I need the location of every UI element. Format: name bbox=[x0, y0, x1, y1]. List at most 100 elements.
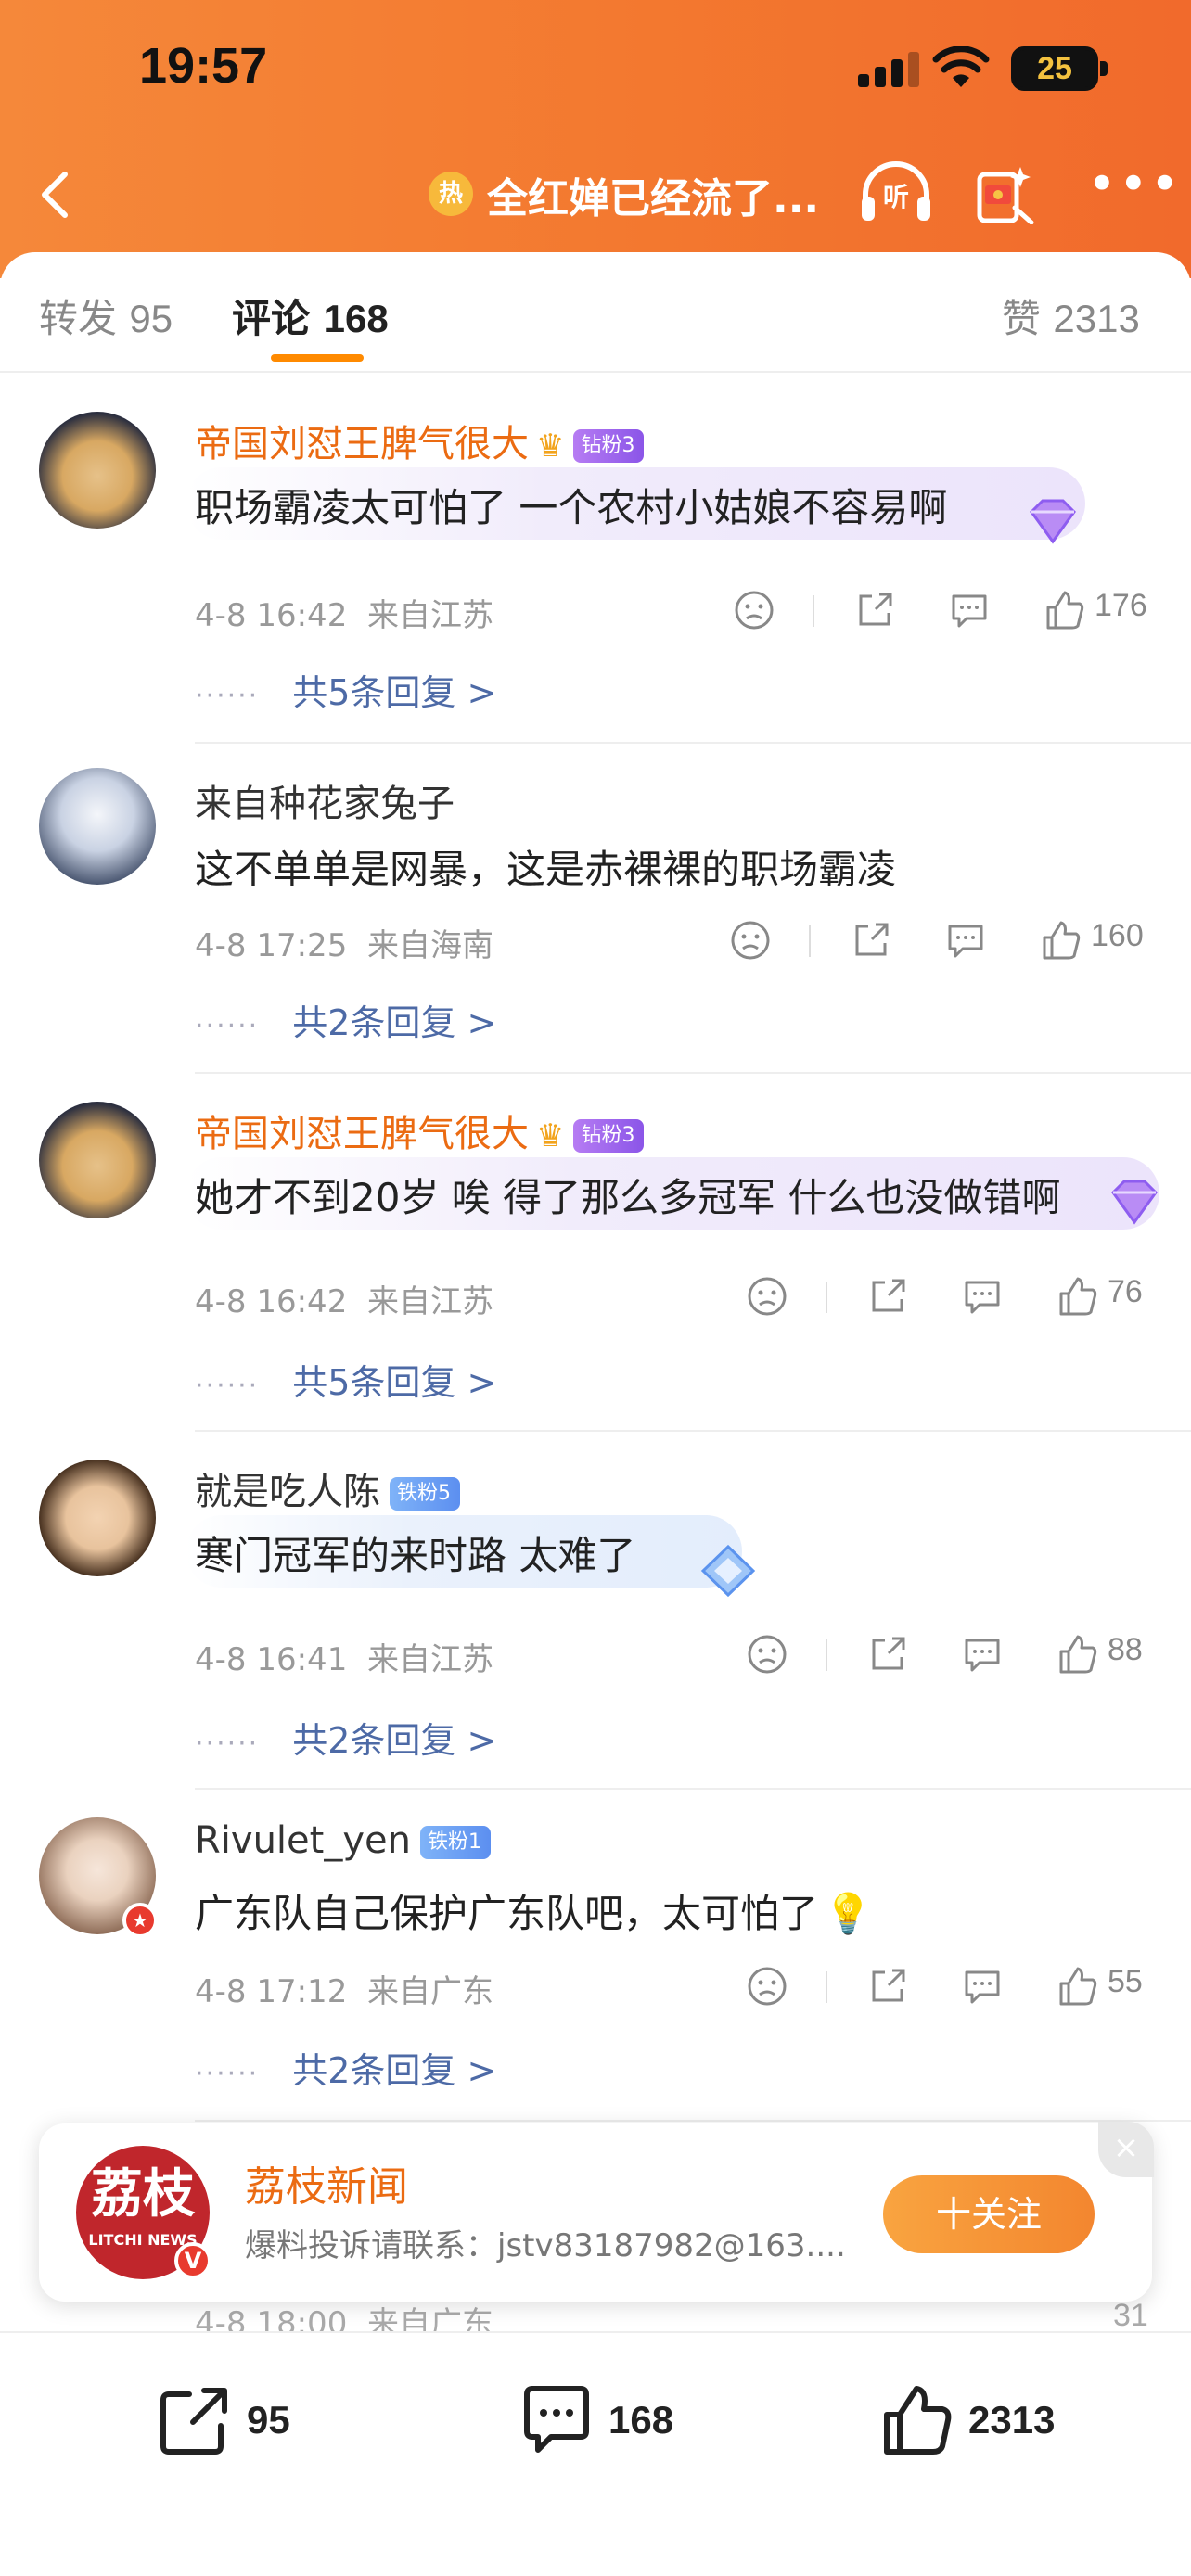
replies-dots: ······ bbox=[195, 2058, 260, 2090]
account-name[interactable]: 荔枝新闻 bbox=[245, 2153, 408, 2213]
like-thumb-icon[interactable] bbox=[1056, 1958, 1098, 2014]
repost-count: 95 bbox=[247, 2398, 290, 2442]
replies-dots: ······ bbox=[195, 680, 260, 712]
like-count: 31 bbox=[1113, 2298, 1148, 2333]
comment-username[interactable]: 帝国刘怼王脾气很大 ♛ 钻粉3 bbox=[195, 1103, 645, 1157]
comment-meta: 4-8 16:42 来自江苏 bbox=[195, 590, 493, 635]
tab-bar: 转发 95 评论 168 赞 2313 bbox=[0, 252, 1191, 373]
share-icon[interactable] bbox=[866, 1269, 909, 1324]
comment-time: 4-8 17:25 bbox=[195, 927, 348, 964]
comment-meta: 4-8 17:25 来自海南 bbox=[195, 920, 493, 965]
like-thumb-icon[interactable] bbox=[1056, 1626, 1098, 1682]
like-count: 176 bbox=[1095, 588, 1147, 623]
tab-reposts-count: 95 bbox=[129, 297, 173, 340]
blue-diamond-icon bbox=[700, 1544, 756, 1598]
share-icon[interactable] bbox=[866, 1958, 909, 2014]
diamond-gem-icon bbox=[1030, 499, 1076, 544]
promo-banner[interactable]: 荔枝 LITCHI NEWS V 荔枝新闻 爆料投诉请联系：jstv831879… bbox=[39, 2122, 1154, 2302]
like-count: 76 bbox=[1108, 1274, 1143, 1309]
nav-title[interactable]: 全红婵已经流了... bbox=[487, 165, 819, 224]
comment-time: 4-8 16:42 bbox=[195, 597, 348, 634]
replies-dots: ······ bbox=[195, 1370, 260, 1402]
comment-divider bbox=[195, 1430, 1191, 1432]
member-badge-icon: ★ bbox=[122, 1903, 158, 1938]
like-thumb-icon[interactable] bbox=[1039, 912, 1082, 968]
listen-headphones-icon[interactable]: 听 bbox=[858, 159, 934, 224]
cellular-signal-icon bbox=[858, 50, 919, 87]
reply-bubble-icon[interactable] bbox=[961, 1958, 1004, 2014]
tab-likes-label: 赞 bbox=[1002, 296, 1042, 341]
repost-icon bbox=[160, 2388, 227, 2455]
view-replies-link[interactable]: ······ 共2条回复 > bbox=[195, 994, 496, 1045]
comment-location: 来自江苏 bbox=[366, 1283, 493, 1320]
tab-reposts[interactable]: 转发 95 bbox=[39, 287, 173, 344]
dislike-face-icon[interactable] bbox=[733, 582, 775, 638]
comment-actions: 160 bbox=[720, 912, 1156, 968]
comment-time: 4-8 16:41 bbox=[195, 1641, 348, 1678]
view-replies-link[interactable]: ······ 共5条回复 > bbox=[195, 664, 496, 715]
account-description: 爆料投诉请联系：jstv83187982@163.... bbox=[245, 2227, 846, 2264]
comment-username-text: 来自种花家兔子 bbox=[195, 783, 455, 825]
avatar[interactable] bbox=[39, 768, 156, 885]
like-total: 2313 bbox=[968, 2398, 1056, 2442]
comment-location: 来自海南 bbox=[366, 927, 493, 964]
comment-location: 来自广东 bbox=[366, 1973, 493, 2010]
like-thumb-icon[interactable] bbox=[1056, 1269, 1098, 1324]
comment-location: 来自江苏 bbox=[366, 1641, 493, 1678]
dislike-face-icon[interactable] bbox=[746, 1269, 788, 1324]
avatar[interactable] bbox=[39, 412, 156, 529]
comment-username[interactable]: Rivulet_yen 铁粉1 bbox=[195, 1819, 491, 1862]
tab-reposts-label: 转发 bbox=[39, 296, 118, 341]
like-thumb-icon[interactable] bbox=[1043, 582, 1085, 638]
avatar[interactable] bbox=[39, 1102, 156, 1218]
comment-location: 来自江苏 bbox=[366, 597, 493, 634]
share-icon[interactable] bbox=[866, 1626, 909, 1682]
active-tab-indicator bbox=[271, 354, 364, 362]
comment-username[interactable]: 帝国刘怼王脾气很大 ♛ 钻粉3 bbox=[195, 414, 645, 467]
reply-bubble-icon[interactable] bbox=[948, 582, 991, 638]
comment-divider bbox=[195, 2120, 1191, 2122]
action-separator bbox=[826, 1282, 827, 1313]
diamond-gem-icon bbox=[1111, 1180, 1158, 1225]
comment-text: 寒门冠军的来时路 太难了 bbox=[195, 1533, 636, 1578]
dislike-face-icon[interactable] bbox=[746, 1626, 788, 1682]
comment-text: 广东队自己保护广东队吧，太可怕了 💡 bbox=[195, 1882, 872, 1939]
view-replies-link[interactable]: ······ 共5条回复 > bbox=[195, 1354, 496, 1405]
replies-text: 共2条回复 > bbox=[292, 1002, 497, 1043]
avatar[interactable] bbox=[39, 1460, 156, 1576]
comment-count: 168 bbox=[608, 2398, 674, 2442]
comment-username[interactable]: 来自种花家兔子 bbox=[195, 773, 455, 827]
more-options-icon[interactable]: ••• bbox=[1087, 159, 1180, 217]
share-icon[interactable] bbox=[853, 582, 896, 638]
comment-username-text: 帝国刘怼王脾气很大 bbox=[195, 423, 529, 465]
fan-badge: 铁粉5 bbox=[390, 1477, 460, 1511]
follow-button[interactable]: 十关注 bbox=[883, 2175, 1095, 2253]
like-count: 88 bbox=[1108, 1632, 1143, 1667]
dislike-face-icon[interactable] bbox=[729, 912, 772, 968]
hot-badge-icon: 热 bbox=[429, 172, 473, 216]
red-packet-search-icon[interactable] bbox=[974, 159, 1039, 224]
reply-bubble-icon[interactable] bbox=[961, 1269, 1004, 1324]
header-background: 19:57 25 热 全红婵已经流了... 听 ••• bbox=[0, 0, 1191, 278]
reply-bubble-icon[interactable] bbox=[961, 1626, 1004, 1682]
comment-username-text: 就是吃人陈 bbox=[195, 1471, 380, 1513]
view-replies-link[interactable]: ······ 共2条回复 > bbox=[195, 2042, 496, 2093]
dislike-face-icon[interactable] bbox=[746, 1958, 788, 2014]
tab-comments[interactable]: 评论 168 bbox=[232, 287, 389, 344]
back-arrow-icon[interactable] bbox=[32, 169, 83, 221]
comment-username[interactable]: 就是吃人陈 铁粉5 bbox=[195, 1461, 460, 1515]
share-icon[interactable] bbox=[850, 912, 892, 968]
status-bar: 19:57 25 bbox=[0, 37, 1191, 102]
view-replies-link[interactable]: ······ 共2条回复 > bbox=[195, 1712, 496, 1763]
logo-text: 荔枝 bbox=[91, 2163, 195, 2225]
tab-comments-label: 评论 bbox=[232, 296, 311, 341]
status-time: 19:57 bbox=[139, 38, 268, 94]
comment-text: 她才不到20岁 唉 得了那么多冠军 什么也没做错啊 bbox=[195, 1175, 1061, 1220]
reply-bubble-icon[interactable] bbox=[944, 912, 987, 968]
replies-dots: ······ bbox=[195, 1728, 260, 1760]
like-count: 55 bbox=[1108, 1964, 1143, 1999]
close-icon[interactable]: × bbox=[1098, 2122, 1154, 2177]
comment-time: 4-8 17:12 bbox=[195, 1973, 348, 2010]
tab-likes[interactable]: 赞 2313 bbox=[1002, 287, 1140, 344]
fan-badge: 钻粉3 bbox=[573, 429, 645, 463]
